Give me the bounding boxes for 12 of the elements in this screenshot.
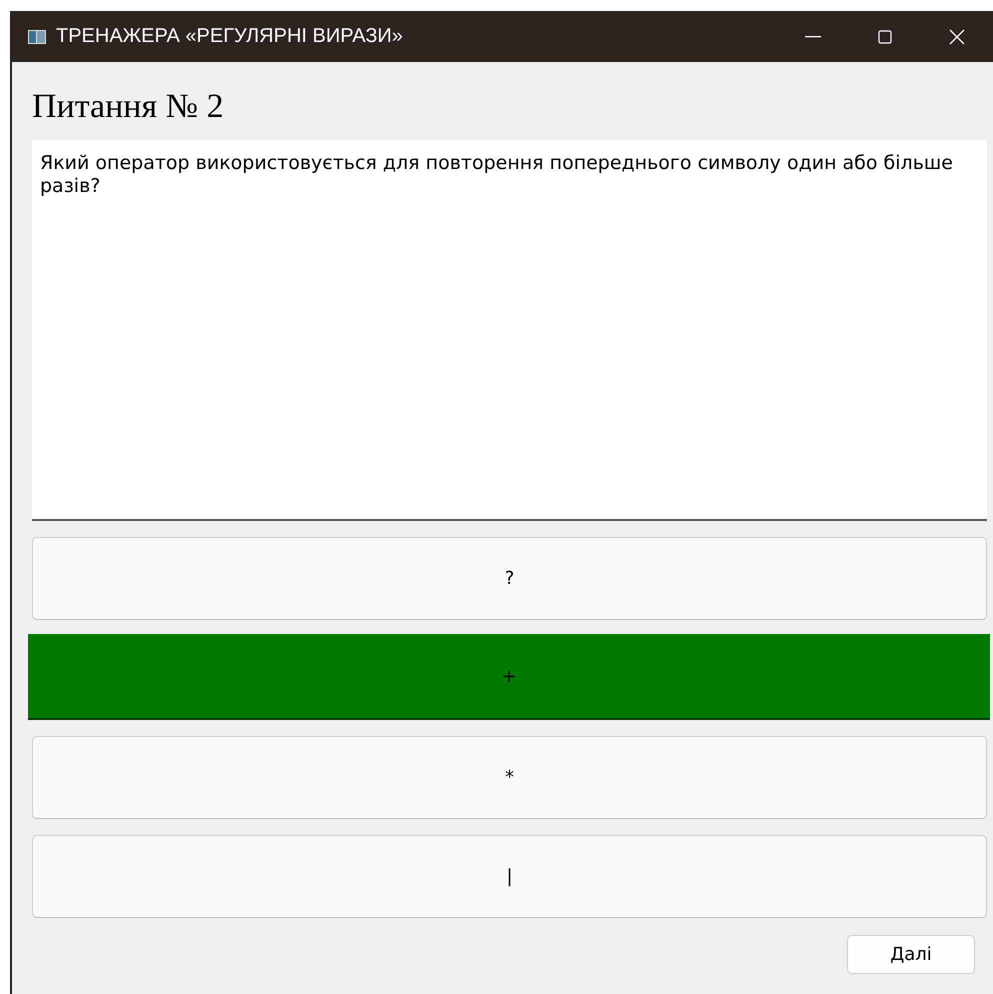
window-title: ТРЕНАЖЕРА «РЕГУЛЯРНІ ВИРАЗИ» <box>56 25 404 48</box>
answer-button[interactable]: + <box>28 634 990 720</box>
app-icon <box>28 30 46 44</box>
answer-button[interactable]: | <box>32 835 987 918</box>
question-text: Який оператор використовується для повторення попереднього символу один або більше разів? <box>32 140 987 521</box>
close-icon <box>948 28 966 46</box>
maximize-icon <box>877 28 893 44</box>
minimize-icon <box>805 36 821 38</box>
question-heading: Питання № 2 <box>32 88 225 126</box>
next-button[interactable]: Далі <box>847 935 975 974</box>
answer-button[interactable]: * <box>32 736 987 819</box>
answer-button[interactable]: ? <box>32 537 987 620</box>
